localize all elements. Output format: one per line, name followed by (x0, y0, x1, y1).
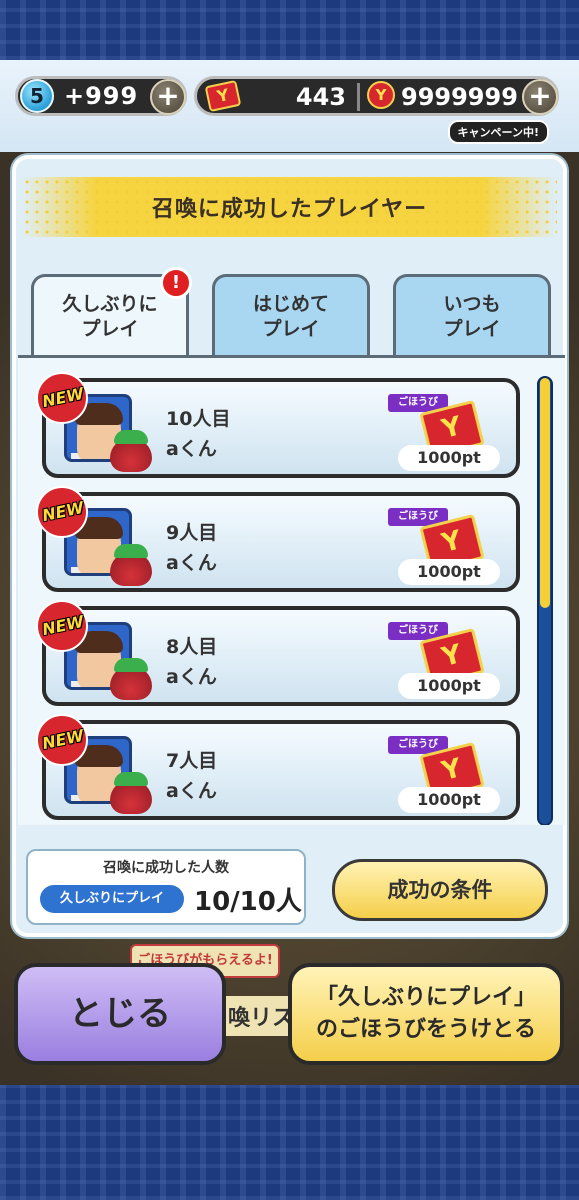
coin-icon: Y (367, 81, 395, 109)
tab-regular-play[interactable]: いつも プレイ (393, 274, 551, 356)
receive-reward-button[interactable]: 「久しぶりにプレイ」 のごほうびをうけとる (288, 963, 564, 1065)
new-badge: NEW (36, 486, 88, 538)
tickets-value: 443 (295, 83, 346, 111)
alert-badge: ! (160, 267, 192, 299)
background-list-fragment: 喚リス (226, 996, 297, 1036)
success-conditions-button[interactable]: 成功の条件 (332, 859, 548, 921)
summoned-players-dialog: 召喚に成功したプレイヤー 久しぶりに プレイ ! はじめて プレイ いつも プレ… (12, 155, 567, 937)
player-name: aくん (166, 780, 217, 802)
player-order: 7人目 (166, 750, 218, 772)
currency-divider (357, 83, 360, 111)
list-item[interactable]: NEW 7人目 aくん ごほうび Y 1000pt (36, 714, 520, 820)
list-scrollbar[interactable] (537, 376, 553, 825)
yokai-icon (110, 430, 152, 472)
coins-value: 9999999 (401, 83, 518, 111)
player-name: aくん (166, 666, 217, 688)
bottom-pattern-band (0, 1085, 579, 1200)
tab-long-time-play[interactable]: 久しぶりに プレイ ! (31, 267, 192, 356)
summary-category-tag: 久しぶりにプレイ (40, 885, 184, 913)
yokai-icon (110, 772, 152, 814)
summary-count: 10/10人 (194, 887, 302, 917)
player-name: aくん (166, 552, 217, 574)
player-order: 9人目 (166, 522, 218, 544)
receive-line-1: 「久しぶりにプレイ」 (315, 985, 536, 1011)
ticket-icon: Y (204, 79, 242, 113)
add-coins-button[interactable]: + (522, 79, 558, 115)
lives-count: 5 (30, 84, 44, 108)
close-button[interactable]: とじる (14, 963, 226, 1065)
tab-first-time-play[interactable]: はじめて プレイ (212, 274, 370, 356)
reward-points: 1000pt (398, 673, 500, 699)
tab-label: 久しぶりに プレイ (62, 292, 158, 340)
tab-label: いつも プレイ (443, 292, 501, 340)
player-list[interactable]: NEW 10人目 aくん ごほうび Y 1000pt NEW 9人目 aくん ご… (18, 355, 565, 825)
lives-value: +999 (64, 82, 139, 110)
add-lives-button[interactable]: + (150, 79, 186, 115)
new-badge: NEW (36, 372, 88, 424)
yokai-icon (110, 544, 152, 586)
list-item[interactable]: NEW 10人目 aくん ごほうび Y 1000pt (36, 372, 520, 478)
dialog-title: 召喚に成功したプレイヤー (151, 197, 428, 222)
scrollbar-thumb[interactable] (540, 378, 550, 608)
player-order: 8人目 (166, 636, 218, 658)
reward-points: 1000pt (398, 559, 500, 585)
tab-label: はじめて プレイ (252, 292, 329, 340)
yokai-icon (110, 658, 152, 700)
spirit-lives-icon: 5 (20, 79, 54, 113)
lives-pill: 5 +999 + (15, 76, 187, 116)
top-pattern-band (0, 0, 579, 60)
new-badge: NEW (36, 600, 88, 652)
player-name: aくん (166, 438, 217, 460)
player-order: 10人目 (166, 408, 231, 430)
receive-line-2: のごほうびをうけとる (315, 1017, 536, 1042)
new-badge: NEW (36, 714, 88, 766)
list-item[interactable]: NEW 9人目 aくん ごほうび Y 1000pt (36, 486, 520, 592)
summary-label: 召喚に成功した人数 (103, 860, 229, 876)
summon-count-summary: 召喚に成功した人数 久しぶりにプレイ 10/10人 (26, 849, 306, 925)
reward-points: 1000pt (398, 445, 500, 471)
reward-points: 1000pt (398, 787, 500, 813)
campaign-tag[interactable]: キャンペーン中! (447, 120, 549, 144)
currency-pill: Y 443 Y 9999999 + (194, 76, 559, 116)
currency-bar: 5 +999 + Y 443 Y 9999999 + キャンペーン中! (0, 60, 579, 152)
list-item[interactable]: NEW 8人目 aくん ごほうび Y 1000pt (36, 600, 520, 706)
dialog-title-banner: 召喚に成功したプレイヤー (22, 177, 557, 237)
